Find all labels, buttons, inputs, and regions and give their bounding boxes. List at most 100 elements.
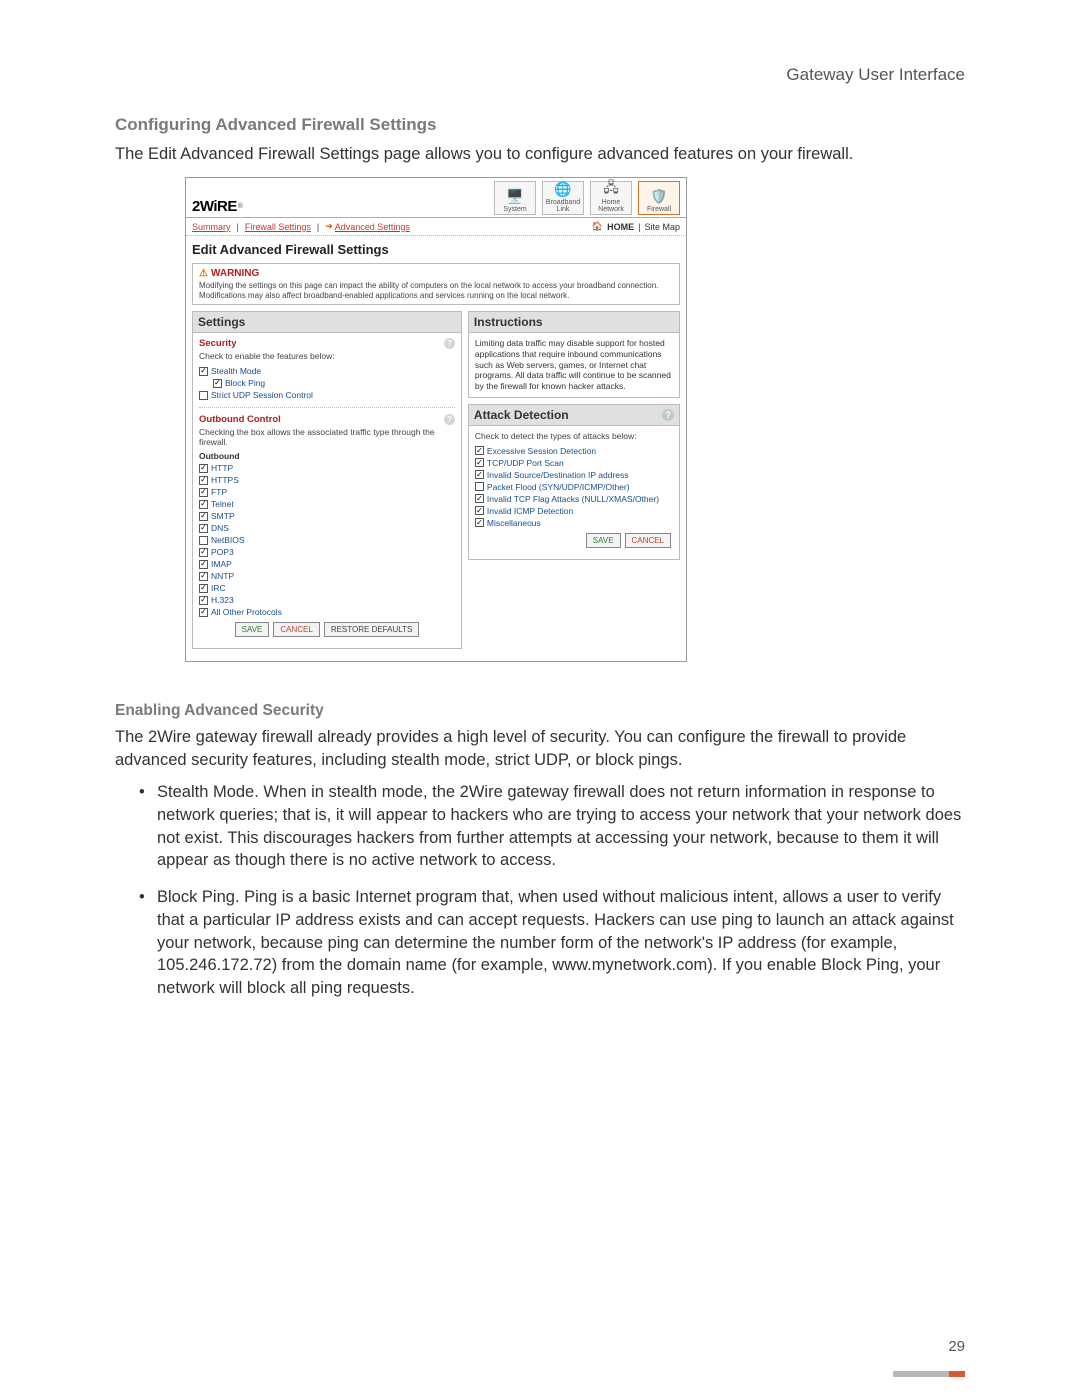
checkbox-icon[interactable] <box>475 494 484 503</box>
checkbox-row[interactable]: Miscellaneous <box>475 517 673 529</box>
checkbox-row[interactable]: Excessive Session Detection <box>475 445 673 457</box>
checkbox-icon[interactable] <box>475 458 484 467</box>
cancel-button[interactable]: CANCEL <box>273 622 319 637</box>
checkbox-row[interactable]: Invalid Source/Destination IP address <box>475 469 673 481</box>
help-icon[interactable]: ? <box>444 414 455 425</box>
checkbox-label: DNS <box>211 523 229 533</box>
checkbox-row[interactable]: HTTPS <box>199 474 455 486</box>
checkbox-icon[interactable] <box>199 584 208 593</box>
checkbox-row[interactable]: Invalid TCP Flag Attacks (NULL/XMAS/Othe… <box>475 493 673 505</box>
checkbox-label: Excessive Session Detection <box>487 446 596 456</box>
attack-checklist: Excessive Session Detection TCP/UDP Port … <box>475 445 673 529</box>
checkbox-icon[interactable] <box>199 488 208 497</box>
checkbox-row[interactable]: Strict UDP Session Control <box>199 389 455 401</box>
save-button[interactable]: SAVE <box>235 622 270 637</box>
checkbox-label: SMTP <box>211 511 235 521</box>
checkbox-label: Invalid ICMP Detection <box>487 506 573 516</box>
outbound-heading: Outbound Control <box>199 414 281 425</box>
tab-summary[interactable]: Summary <box>192 222 231 232</box>
network-icon: 🖧 <box>600 180 622 198</box>
security-heading: Security <box>199 338 237 349</box>
globe-icon: 🌐 <box>552 181 574 198</box>
home-link[interactable]: HOME <box>607 222 634 232</box>
system-icon: 🖥️ <box>504 187 526 205</box>
nav-broadband[interactable]: 🌐 Broadband Link <box>542 181 584 215</box>
checkbox-icon[interactable] <box>199 524 208 533</box>
tab-firewall-settings[interactable]: Firewall Settings <box>245 222 311 232</box>
checkbox-row[interactable]: Block Ping <box>213 377 455 389</box>
checkbox-icon[interactable] <box>199 608 208 617</box>
checkbox-icon[interactable] <box>199 548 208 557</box>
footer-accent-bar <box>893 1371 965 1377</box>
checkbox-row[interactable]: IMAP <box>199 558 455 570</box>
warning-icon: ⚠ <box>199 268 208 279</box>
checkbox-row[interactable]: NNTP <box>199 570 455 582</box>
help-icon[interactable]: ? <box>444 338 455 349</box>
restore-defaults-button[interactable]: RESTORE DEFAULTS <box>324 622 420 637</box>
checkbox-label: Invalid Source/Destination IP address <box>487 470 629 480</box>
nav-home-network[interactable]: 🖧 Home Network <box>590 181 632 215</box>
nav-firewall[interactable]: 🛡️ Firewall <box>638 181 680 215</box>
checkbox-label: POP3 <box>211 547 234 557</box>
checkbox-row[interactable]: NetBIOS <box>199 534 455 546</box>
checkbox-row[interactable]: POP3 <box>199 546 455 558</box>
checkbox-row[interactable]: Packet Flood (SYN/UDP/ICMP/Other) <box>475 481 673 493</box>
nav-system[interactable]: 🖥️ System <box>494 181 536 215</box>
checkbox-row[interactable]: TCP/UDP Port Scan <box>475 457 673 469</box>
checkbox-icon[interactable] <box>199 367 208 376</box>
checkbox-row[interactable]: Invalid ICMP Detection <box>475 505 673 517</box>
checkbox-icon[interactable] <box>199 476 208 485</box>
checkbox-icon[interactable] <box>475 506 484 515</box>
checkbox-row[interactable]: IRC <box>199 582 455 594</box>
checkbox-icon[interactable] <box>199 596 208 605</box>
checkbox-icon[interactable] <box>475 470 484 479</box>
attack-panel: Attack Detection ? Check to detect the t… <box>468 404 680 560</box>
attack-save-button[interactable]: SAVE <box>586 533 621 548</box>
checkbox-row[interactable]: DNS <box>199 522 455 534</box>
checkbox-icon[interactable] <box>199 391 208 400</box>
checkbox-row[interactable]: HTTP <box>199 462 455 474</box>
tab-advanced-settings[interactable]: Advanced Settings <box>335 222 410 232</box>
checkbox-icon[interactable] <box>199 464 208 473</box>
security-bullet-list: Stealth Mode. When in stealth mode, the … <box>115 781 965 1000</box>
subsection-intro-enabling: The 2Wire gateway firewall already provi… <box>115 726 965 771</box>
checkbox-row[interactable]: FTP <box>199 486 455 498</box>
instructions-panel: Instructions Limiting data traffic may d… <box>468 311 680 397</box>
checkbox-label: H.323 <box>211 595 234 605</box>
checkbox-icon[interactable] <box>475 446 484 455</box>
instructions-body: Limiting data traffic may disable suppor… <box>469 333 679 396</box>
checkbox-label: NNTP <box>211 571 234 581</box>
help-icon[interactable]: ? <box>662 409 674 421</box>
checkbox-icon[interactable] <box>199 500 208 509</box>
sitemap-link[interactable]: Site Map <box>644 222 680 232</box>
screenshot-page-title: Edit Advanced Firewall Settings <box>186 236 686 261</box>
security-desc: Check to enable the features below: <box>199 351 455 361</box>
checkbox-row[interactable]: Stealth Mode <box>199 365 455 377</box>
settings-panel-title: Settings <box>198 315 245 329</box>
logo: 2WiRE® <box>192 198 243 215</box>
bullet-stealth-mode: Stealth Mode. When in stealth mode, the … <box>139 781 965 872</box>
checkbox-label: IMAP <box>211 559 232 569</box>
checkbox-row[interactable]: All Other Protocols <box>199 606 455 618</box>
checkbox-icon[interactable] <box>199 512 208 521</box>
checkbox-row[interactable]: SMTP <box>199 510 455 522</box>
screenshot-tabs: Summary | Firewall Settings | ➔ Advanced… <box>186 218 686 236</box>
checkbox-label: Packet Flood (SYN/UDP/ICMP/Other) <box>487 482 630 492</box>
checkbox-row[interactable]: H.323 <box>199 594 455 606</box>
checkbox-icon[interactable] <box>213 379 222 388</box>
checkbox-label: TCP/UDP Port Scan <box>487 458 564 468</box>
checkbox-label: IRC <box>211 583 226 593</box>
bullet-block-ping: Block Ping. Ping is a basic Internet pro… <box>139 886 965 1000</box>
checkbox-icon[interactable] <box>475 518 484 527</box>
checkbox-row[interactable]: Telnet <box>199 498 455 510</box>
screenshot-topbar: 2WiRE® 🖥️ System 🌐 Broadband Link 🖧 Home… <box>186 178 686 218</box>
checkbox-icon[interactable] <box>199 560 208 569</box>
settings-panel: Settings Security ? Check to enable the … <box>192 311 462 649</box>
warning-box: ⚠WARNING Modifying the settings on this … <box>192 263 680 305</box>
attack-desc: Check to detect the types of attacks bel… <box>475 431 673 441</box>
checkbox-icon[interactable] <box>199 572 208 581</box>
attack-cancel-button[interactable]: CANCEL <box>625 533 671 548</box>
checkbox-icon[interactable] <box>475 482 484 491</box>
outbound-group-label: Outbound <box>199 451 455 461</box>
checkbox-icon[interactable] <box>199 536 208 545</box>
